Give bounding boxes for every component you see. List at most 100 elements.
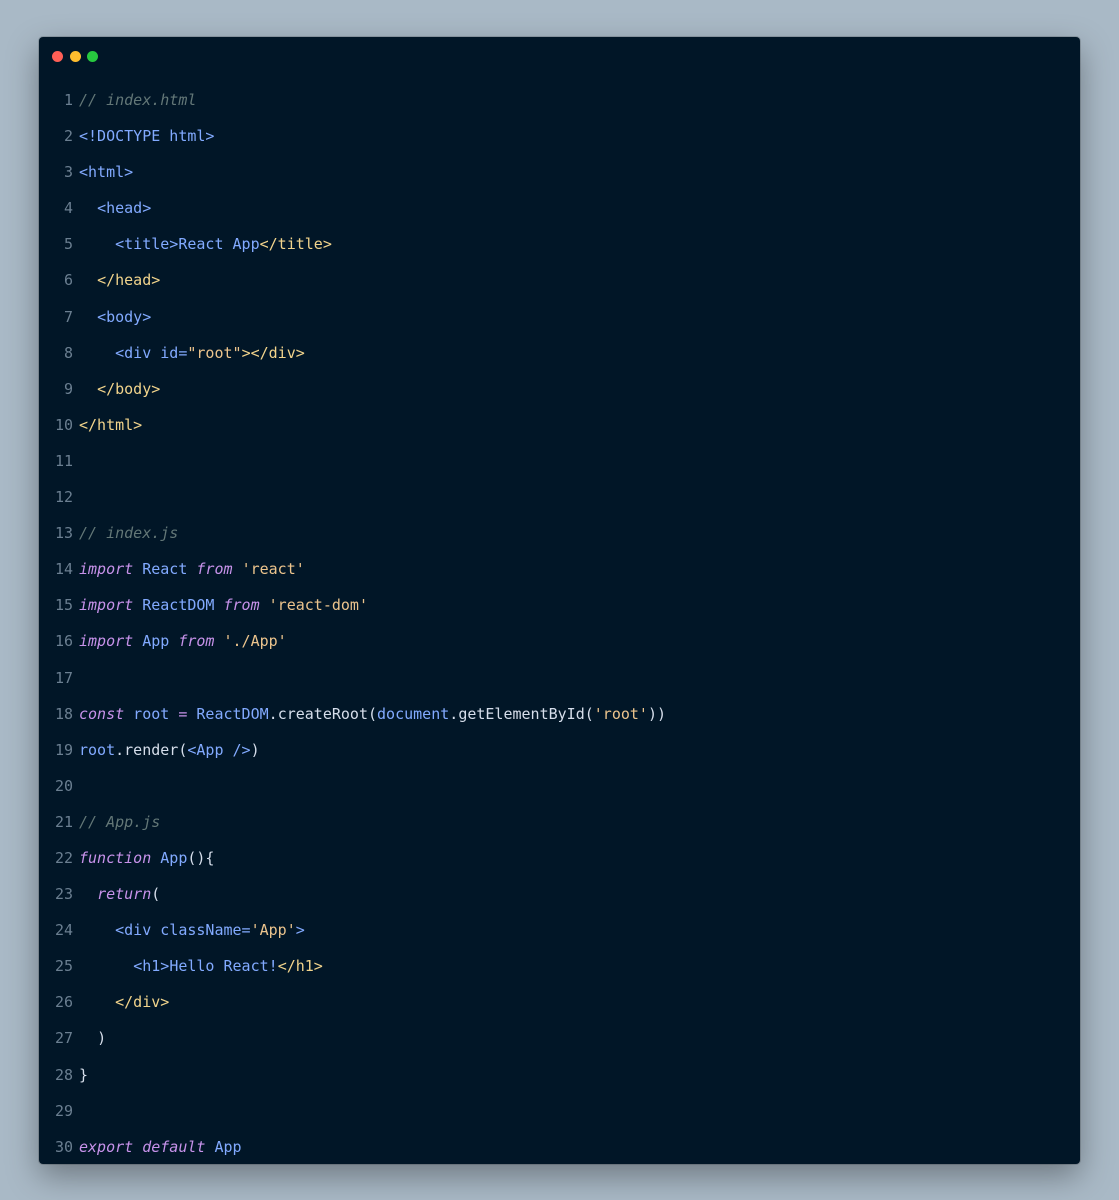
code-line: 5 <title>React App</title> [39, 226, 1080, 262]
code-token: import [79, 560, 134, 579]
code-token: App [151, 848, 188, 867]
code-token: render [124, 740, 179, 759]
code-token: = [178, 704, 197, 723]
code-token: . [449, 704, 459, 723]
code-token: return [97, 885, 152, 904]
code-line: 14 import React from 'react' [39, 551, 1080, 587]
code-token: ( [584, 704, 594, 723]
window-titlebar [39, 37, 1080, 75]
code-line: 21 // App.js [39, 804, 1080, 840]
code-token: from [223, 596, 260, 615]
code-token: <html> [79, 163, 134, 182]
code-token: 'react-dom' [268, 596, 368, 615]
code-token: // index.html [79, 91, 197, 109]
code-token: root [79, 740, 116, 759]
code-line: 27 ) [39, 1020, 1080, 1056]
code-line: 26 </div> [39, 984, 1080, 1020]
close-window-icon[interactable] [52, 51, 63, 62]
line-number: 13 [54, 524, 73, 543]
code-line: 29 [39, 1093, 1080, 1129]
line-number: 10 [54, 415, 73, 434]
code-token: ) [250, 740, 260, 759]
code-token: Hello React! [169, 957, 278, 976]
line-number: 27 [54, 1029, 73, 1048]
code-token: </html> [79, 415, 143, 434]
code-token: 'App' [250, 921, 296, 940]
code-token: document [377, 704, 450, 723]
code-token: id= [160, 343, 188, 362]
line-number: 15 [54, 596, 73, 615]
line-number: 1 [63, 91, 73, 109]
code-token: // App.js [79, 812, 161, 831]
line-number: 30 [54, 1137, 73, 1156]
code-token: 'root' [593, 704, 648, 723]
code-token: <title> [115, 235, 179, 254]
code-token: . [268, 704, 278, 723]
line-number: 8 [63, 343, 73, 362]
code-token: "root" [187, 343, 242, 362]
code-token: </head> [97, 271, 161, 290]
code-line: 6 </head> [39, 262, 1080, 298]
maximize-window-icon[interactable] [87, 51, 98, 62]
code-token: <!DOCTYPE html> [79, 127, 215, 146]
code-line: 9 </body> [39, 371, 1080, 407]
line-number: 18 [54, 704, 73, 723]
code-token: root [124, 704, 179, 723]
code-token: createRoot [277, 704, 368, 723]
code-token: 'react' [241, 560, 305, 579]
line-number: 22 [54, 848, 73, 867]
line-number: 17 [54, 668, 73, 687]
line-number: 7 [63, 307, 73, 326]
line-number: 6 [63, 271, 73, 290]
line-number: 19 [54, 740, 73, 759]
line-number: 26 [54, 993, 73, 1012]
code-token: App [205, 1137, 242, 1156]
code-token: (){ [187, 848, 215, 867]
code-token: <div [115, 343, 161, 362]
code-line: 10 </html> [39, 407, 1080, 443]
code-window: 1 // index.html 2 <!DOCTYPE html> 3 <html> 4 <… [39, 37, 1080, 1164]
code-token: function [79, 848, 152, 867]
line-number: 16 [54, 632, 73, 651]
code-token: from [196, 560, 233, 579]
code-token: )) [647, 704, 667, 723]
code-line: 16 import App from './App' [39, 623, 1080, 659]
code-line: 19 root.render(<App />) [39, 732, 1080, 768]
code-token: from [178, 632, 215, 651]
code-token: default [142, 1137, 206, 1156]
code-line: 11 [39, 443, 1080, 479]
code-token: ) [97, 1029, 107, 1048]
code-line: 17 [39, 660, 1080, 696]
line-number: 12 [54, 488, 73, 507]
code-token: } [79, 1065, 89, 1084]
code-line: 2 <!DOCTYPE html> [39, 118, 1080, 154]
code-token: React App [178, 235, 260, 254]
code-line: 15 import ReactDOM from 'react-dom' [39, 587, 1080, 623]
minimize-window-icon[interactable] [70, 51, 81, 62]
code-line: 24 <div className='App'> [39, 912, 1080, 948]
code-token: // index.js [79, 524, 179, 543]
code-token: </h1> [277, 957, 323, 976]
line-number: 3 [63, 163, 73, 182]
code-token: getElementById [458, 704, 585, 723]
code-token: ReactDOM [133, 596, 224, 615]
line-number: 25 [54, 957, 73, 976]
line-number: 5 [63, 235, 73, 254]
code-token: . [115, 740, 125, 759]
line-number: 11 [54, 451, 73, 470]
code-token: <body> [97, 307, 152, 326]
code-token: > [295, 921, 305, 940]
code-line: 23 return( [39, 876, 1080, 912]
